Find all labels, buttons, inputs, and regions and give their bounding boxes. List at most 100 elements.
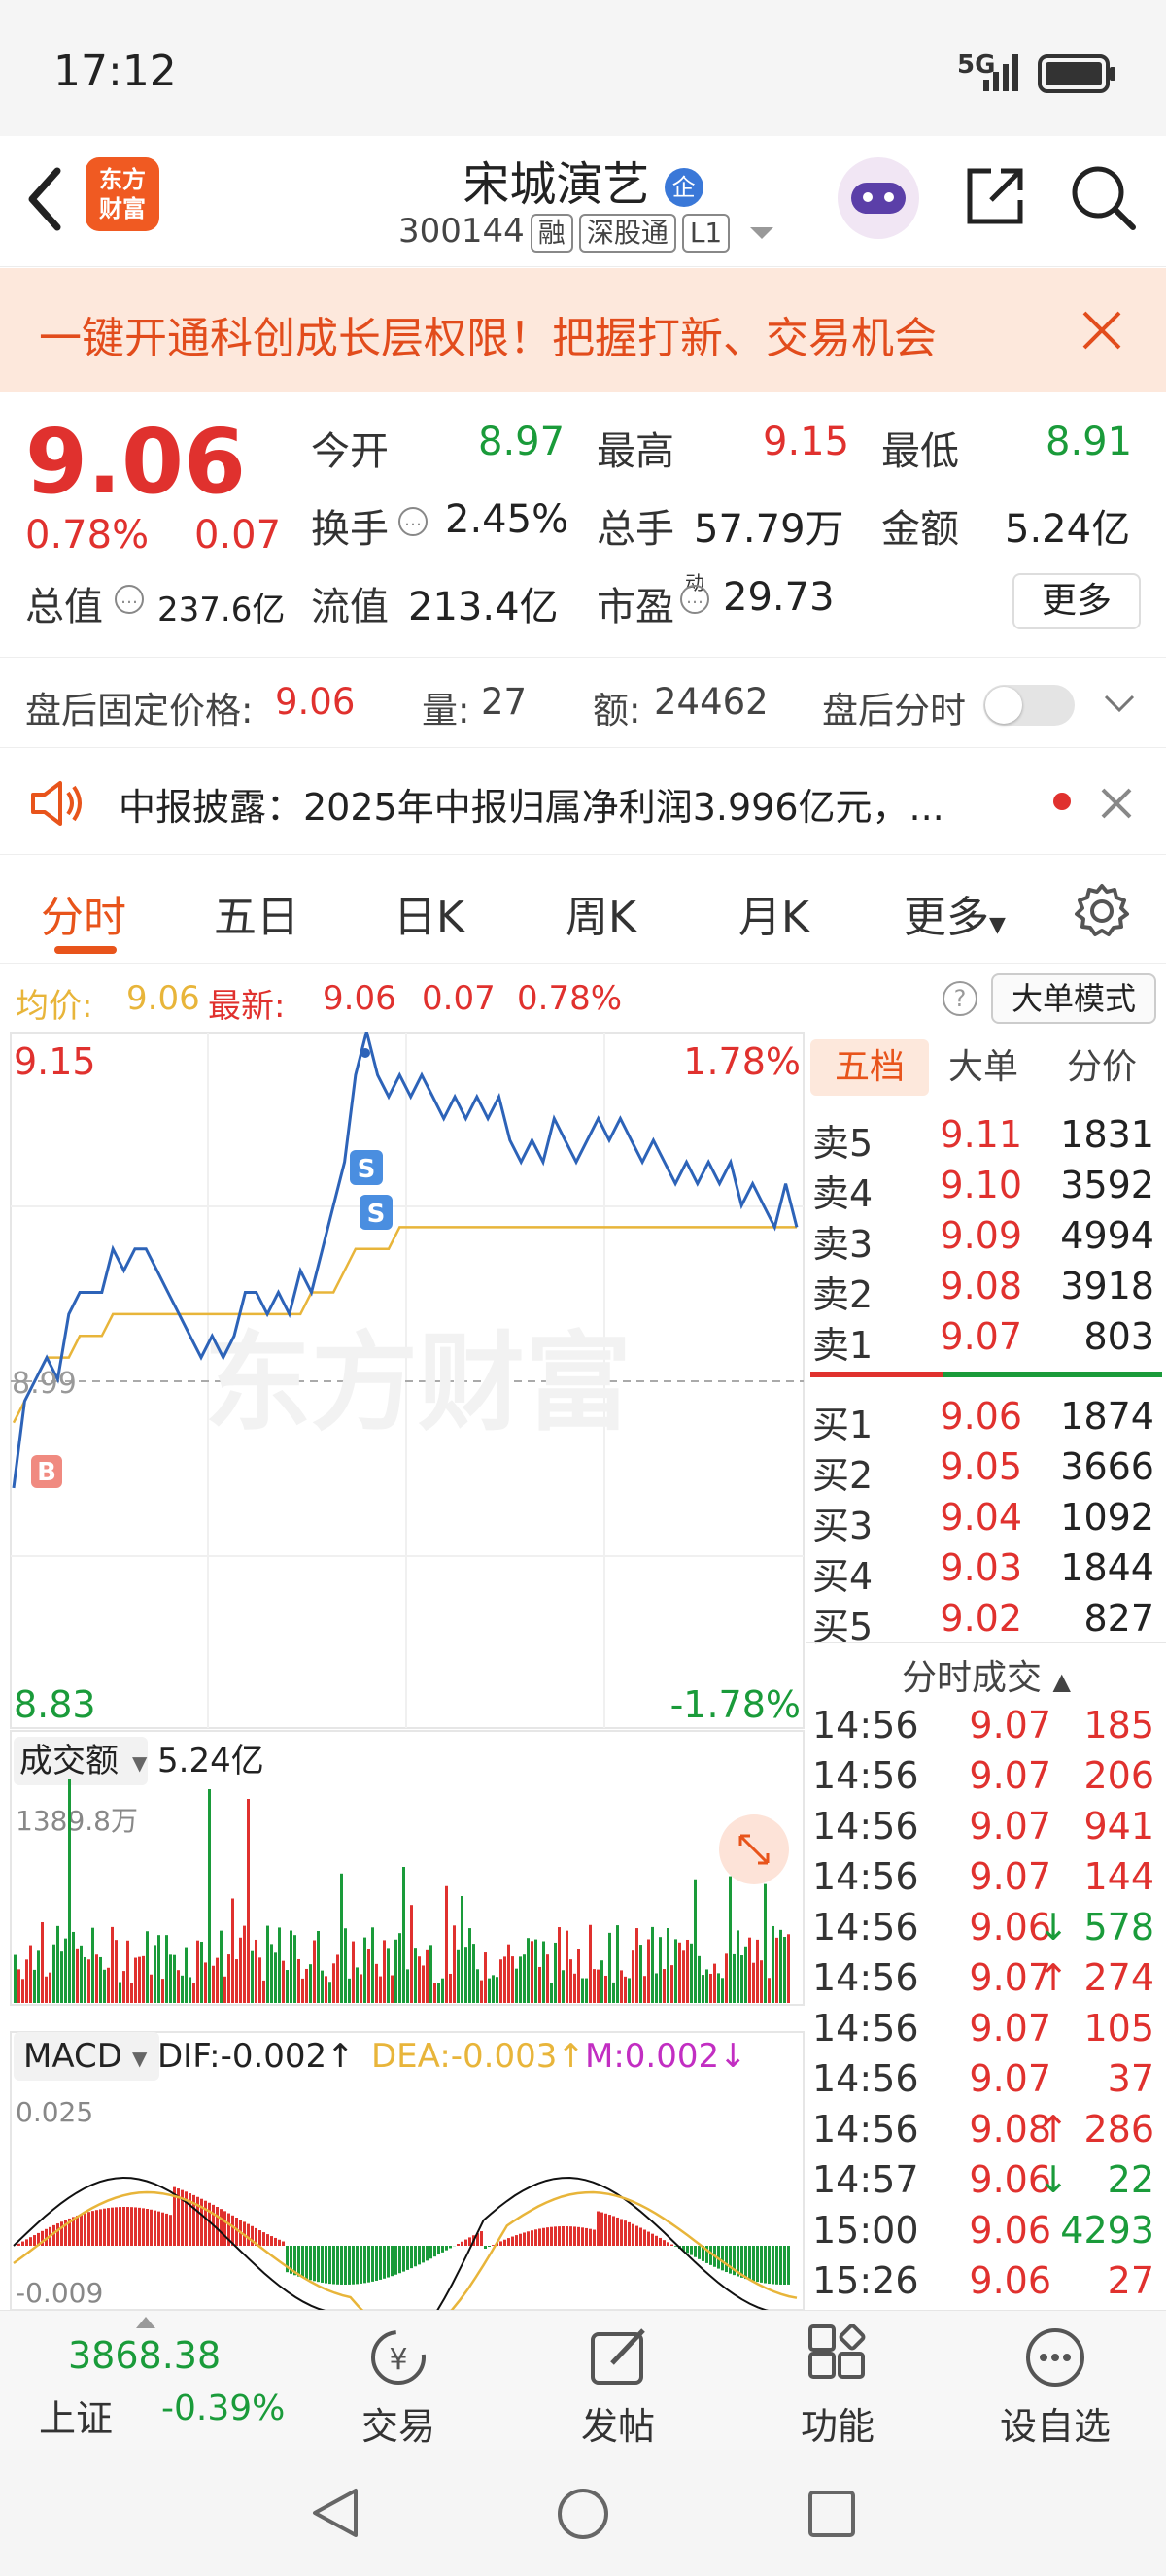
tab-five-levels[interactable]: 五档	[810, 1039, 929, 1096]
info-icon[interactable]: …	[680, 585, 709, 614]
tab-more[interactable]: 更多▼	[904, 882, 1006, 944]
volume-bar	[348, 1978, 351, 2003]
trade-direction-icon: ↓	[1038, 1906, 1069, 1949]
status-bar: 17:12 5G	[0, 0, 1166, 136]
macd-bar	[554, 2226, 557, 2246]
volume-bar	[56, 1925, 59, 2003]
volume-bar	[511, 1956, 514, 2003]
nav-recents-icon[interactable]	[806, 2489, 857, 2539]
trade-button[interactable]: ¥ 交易	[330, 2311, 466, 2451]
clock: 17:12	[53, 47, 177, 96]
settings-gear-icon[interactable]	[1073, 882, 1131, 940]
volume-bar	[406, 1969, 409, 2003]
bid-level-row[interactable]: 买5 9.02 827	[806, 1597, 1158, 1648]
volume-bar	[499, 1959, 502, 2003]
big-order-mode-button[interactable]: 大单模式	[991, 973, 1156, 1024]
macd-bar	[142, 2208, 145, 2246]
search-icon[interactable]	[1069, 163, 1137, 231]
volume-bar	[41, 1921, 44, 2003]
tab-five-day[interactable]: 五日	[214, 882, 299, 944]
volume-bar	[647, 1939, 650, 2003]
stock-code-row[interactable]: 300144 融深股通 L1	[398, 212, 774, 253]
macd-bar	[216, 2206, 219, 2246]
bid-level-row[interactable]: 买4 9.03 1844	[806, 1546, 1158, 1598]
index-widget[interactable]: 3868.38 上证 -0.39%	[0, 2311, 301, 2451]
ah-vol-label: 量:	[422, 690, 470, 731]
volume-bar	[643, 1976, 646, 2003]
add-watchlist-button[interactable]: 设自选	[987, 2311, 1123, 2451]
macd-bar	[779, 2246, 782, 2285]
intraday-chart[interactable]: 东方财富 9.15 1.78% 8.83 -1.78% 8.99 B S S 成…	[10, 1032, 805, 2310]
volume-bar	[663, 1969, 666, 2003]
macd-bar	[534, 2229, 537, 2246]
macd-bar	[220, 2209, 223, 2246]
macd-bar	[569, 2226, 572, 2246]
ask-level-row[interactable]: 卖2 9.08 3918	[806, 1265, 1158, 1316]
bid-level-row-price: 9.03	[940, 1546, 1022, 1589]
promo-banner[interactable]: 一键开通科创成长层权限！把握打新、交易机会	[0, 268, 1166, 392]
volume-bar	[651, 1926, 654, 2003]
volume-bar	[752, 1962, 755, 2003]
info-icon[interactable]: …	[115, 585, 144, 614]
amount-label: 金额	[881, 507, 959, 552]
volume-bar	[593, 1969, 596, 2003]
volume-bar	[173, 1954, 176, 2003]
bid-level-row[interactable]: 买3 9.04 1092	[806, 1496, 1158, 1547]
ask-level-row[interactable]: 卖4 9.10 3592	[806, 1164, 1158, 1215]
ask-level-row-volume: 803	[1083, 1315, 1154, 1358]
volume-bar	[429, 1945, 432, 2003]
macd-bar	[464, 2239, 467, 2246]
bid-level-row[interactable]: 买2 9.05 3666	[806, 1445, 1158, 1497]
nav-home-icon[interactable]	[556, 2487, 610, 2541]
help-icon[interactable]: ?	[943, 981, 977, 1016]
tab-intraday[interactable]: 分时	[41, 882, 126, 944]
volume-bar	[274, 1952, 277, 2003]
tab-weekly-k[interactable]: 周K	[566, 882, 636, 944]
tab-price-volume[interactable]: 分价	[1067, 1039, 1137, 1096]
unread-dot	[1053, 793, 1071, 810]
volume-bar	[235, 1959, 238, 2003]
share-icon[interactable]	[962, 163, 1028, 229]
volume-bar	[91, 1927, 94, 2003]
ask-level-row[interactable]: 卖5 9.11 1831	[806, 1113, 1158, 1165]
news-ticker[interactable]: 中报披露：2025年中报归属净利润3.996亿元，...	[0, 750, 1166, 855]
volume-bar	[177, 1970, 180, 2003]
close-icon[interactable]	[1100, 787, 1133, 820]
macd-bar	[126, 2207, 129, 2246]
bottom-toolbar: 3868.38 上证 -0.39% ¥ 交易 发帖 功能 设自选	[0, 2310, 1166, 2450]
volume-bar	[336, 1954, 339, 2003]
volume-bar	[379, 1976, 382, 2003]
close-icon[interactable]	[1080, 309, 1123, 352]
macd-bar	[266, 2234, 269, 2246]
features-button[interactable]: 功能	[770, 2311, 906, 2451]
macd-bar	[332, 2246, 335, 2285]
macd-bar	[457, 2243, 460, 2246]
ah-toggle-switch[interactable]	[983, 685, 1075, 726]
active-tab-indicator	[54, 946, 117, 954]
tab-big-orders[interactable]: 大单	[948, 1039, 1018, 1096]
post-button[interactable]: 发帖	[550, 2311, 686, 2451]
y-bottom-pct-label: -1.78%	[670, 1683, 801, 1726]
ask-level-row[interactable]: 卖3 9.09 4994	[806, 1214, 1158, 1266]
trades-header[interactable]: 分时成交 ▲	[806, 1649, 1166, 1700]
info-icon[interactable]: …	[398, 507, 428, 536]
volume-bar	[705, 1969, 708, 2003]
macd-bar	[597, 2211, 600, 2246]
tab-daily-k[interactable]: 日K	[394, 882, 464, 944]
bid-level-row[interactable]: 买1 9.06 1874	[806, 1395, 1158, 1446]
bid-level-row-price: 9.05	[940, 1445, 1022, 1488]
ask-level-row[interactable]: 卖1 9.07 803	[806, 1315, 1158, 1367]
more-button[interactable]: 更多	[1012, 573, 1141, 629]
macd-bar	[119, 2207, 121, 2246]
robot-avatar-icon[interactable]	[838, 157, 919, 239]
macd-bar	[752, 2246, 755, 2282]
post-label: 发帖	[580, 2405, 655, 2448]
tab-monthly-k[interactable]: 月K	[738, 882, 809, 944]
chevron-down-icon[interactable]	[1104, 693, 1135, 714]
nav-back-icon[interactable]	[309, 2487, 361, 2539]
volume-value: 57.79万	[694, 507, 844, 552]
volume-bar	[17, 1969, 20, 2003]
volume-bar	[150, 1974, 153, 2003]
volume-bar	[453, 1925, 456, 2003]
macd-bar	[165, 2213, 168, 2246]
